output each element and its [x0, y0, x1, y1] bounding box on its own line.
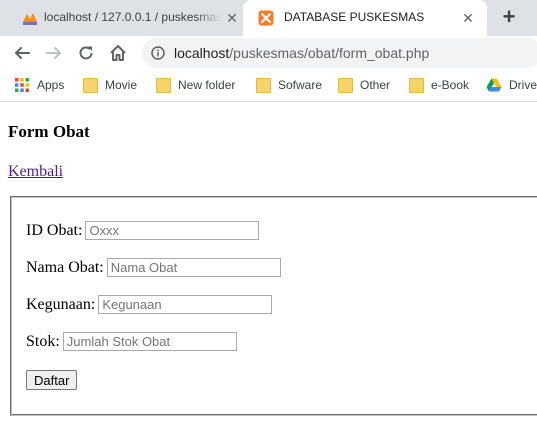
bookmark-label: e-Book — [431, 78, 470, 92]
close-icon[interactable]: ✕ — [460, 10, 476, 26]
url-host: localhost — [174, 45, 230, 61]
browser-toolbar: localhost/puskesmas/obat/form_obat.php — [0, 36, 537, 70]
tab-title: localhost / 127.0.0.1 / puskesmas — [44, 10, 222, 24]
daftar-button[interactable]: Daftar — [26, 370, 78, 390]
bookmark-apps[interactable]: Apps — [14, 76, 64, 94]
new-tab-button[interactable]: + — [497, 6, 521, 29]
tab-phpmyadmin[interactable]: localhost / 127.0.0.1 / puskesmas ✕ — [0, 0, 243, 36]
stok-label: Stok: — [26, 332, 60, 350]
home-button[interactable] — [107, 42, 129, 64]
nama-obat-label: Nama Obat: — [26, 258, 104, 276]
stok-input[interactable] — [62, 332, 237, 351]
bookmark-label: Sofware — [278, 78, 323, 92]
form-row-kegunaan: Kegunaan: — [26, 295, 273, 314]
apps-grid-icon — [15, 78, 29, 92]
page-title: Form Obat — [8, 122, 90, 141]
form-row-id-obat: ID Obat: — [26, 221, 260, 240]
bookmarks-bar: Apps Movie New folder Sofware Other e-Bo… — [0, 70, 537, 102]
bookmark-label: Movie — [105, 78, 138, 92]
bookmark-ebook[interactable]: e-Book — [409, 76, 469, 94]
folder-icon — [409, 77, 424, 93]
kegunaan-input[interactable] — [98, 295, 273, 314]
xampp-icon — [258, 10, 274, 26]
bookmark-movie[interactable]: Movie — [83, 76, 137, 94]
form-row-stok: Stok: — [26, 332, 237, 351]
back-link[interactable]: Kembali — [8, 163, 63, 181]
form-row-nama-obat: Nama Obat: — [26, 258, 281, 277]
nama-obat-input[interactable] — [106, 258, 281, 277]
bookmark-sofware[interactable]: Sofware — [256, 76, 322, 94]
address-bar[interactable]: localhost/puskesmas/obat/form_obat.php — [142, 38, 537, 68]
forward-button[interactable] — [43, 42, 65, 64]
folder-icon — [338, 77, 353, 93]
bookmark-label: Apps — [37, 78, 65, 92]
obat-form: ID Obat: Nama Obat: Kegunaan: Stok: Daft… — [10, 196, 537, 416]
folder-icon — [256, 77, 271, 93]
arrow-left-icon — [15, 47, 30, 59]
tab-title: DATABASE PUSKESMAS — [284, 10, 425, 24]
bookmark-new-folder[interactable]: New folder — [156, 76, 235, 94]
kegunaan-label: Kegunaan: — [26, 295, 96, 313]
bookmark-other[interactable]: Other — [338, 76, 390, 94]
id-obat-input[interactable] — [85, 221, 260, 240]
close-icon[interactable]: ✕ — [224, 10, 240, 26]
id-obat-label: ID Obat: — [26, 221, 83, 239]
home-icon — [110, 45, 126, 61]
url-text[interactable]: localhost/puskesmas/obat/form_obat.php — [174, 45, 429, 61]
reload-icon — [79, 46, 93, 60]
bookmark-label: Other — [360, 78, 391, 92]
reload-button[interactable] — [75, 42, 97, 64]
bookmark-label: New folder — [178, 78, 236, 92]
google-drive-icon — [486, 78, 502, 92]
folder-icon — [156, 77, 171, 93]
url-path: /puskesmas/obat/form_obat.php — [229, 45, 430, 61]
tab-strip: localhost / 127.0.0.1 / puskesmas ✕ DATA… — [0, 0, 537, 36]
tab-database-puskesmas[interactable]: DATABASE PUSKESMAS ✕ — [243, 0, 487, 36]
info-icon[interactable] — [151, 46, 165, 60]
phpmyadmin-icon — [23, 13, 37, 25]
bookmark-drive[interactable]: Drive — [486, 76, 537, 94]
bookmark-label: Drive — [509, 78, 537, 92]
arrow-right-icon — [46, 47, 61, 59]
folder-icon — [83, 77, 98, 93]
page-content: Form Obat Kembali ID Obat: Nama Obat: Ke… — [0, 102, 537, 431]
back-button[interactable] — [11, 42, 33, 64]
